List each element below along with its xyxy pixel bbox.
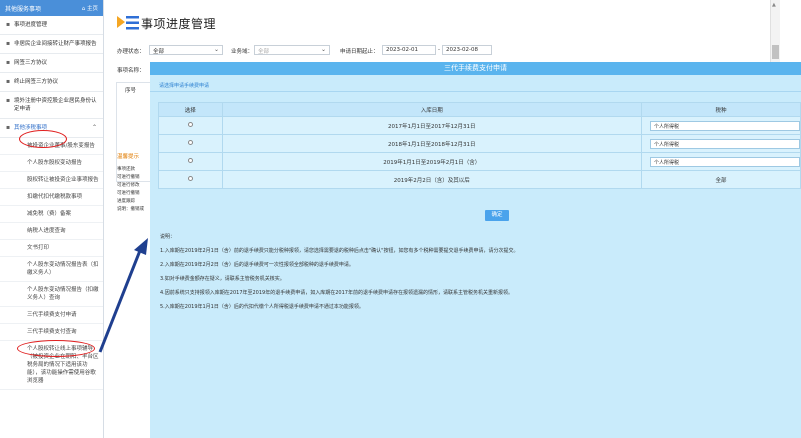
bullet-icon: ▪ (6, 97, 11, 104)
bullet-icon: ▪ (6, 78, 11, 85)
sidebar-item-progress[interactable]: ▪ 事项进度管理 (0, 16, 103, 35)
chevron-up-icon: ⌃ (91, 124, 97, 131)
note-line: 3.如对手续费金额存在疑义，请联系主管税务机关核实。 (160, 276, 285, 282)
column-header-tax: 税种 (641, 102, 801, 117)
hint-line: 可进行撤销 (117, 175, 140, 180)
row-tax-cell: 个人所得税 (641, 152, 801, 171)
row-select-cell (158, 134, 223, 153)
hint-line: 进度跟踪 (117, 199, 135, 204)
bullet-icon: ▪ (6, 40, 11, 47)
date-separator: - (438, 47, 440, 53)
sidebar-item-resident-identity[interactable]: ▪ 境外注册中资控股企业居民身份认定申请 (0, 92, 103, 119)
row-date: 2017年1月1日至2017年12月31日 (221, 116, 642, 135)
row-select-cell (158, 152, 223, 171)
sidebar-header: 其他服务事项 ⌂ 主页 (0, 0, 103, 16)
notes-section: 说明： 1.入库期在2019年2月1日（含）前的退手续费只能分税种报领，请您选择… (160, 234, 790, 310)
column-header-date: 入库日期 (221, 102, 642, 117)
sidebar-subitem-fee-apply[interactable]: 三代手续费支付申请 (0, 307, 103, 324)
hint-line: 可进行撤销 (117, 191, 140, 196)
hint-list: 事项还款 可进行撤销 可进行修改 可进行撤销 进度跟踪 说明：撤销或 (117, 166, 144, 214)
annotation-circle (17, 340, 95, 357)
row-radio[interactable] (187, 122, 193, 127)
sidebar-item-label: 网签三方协议 (14, 60, 48, 66)
row-select-cell (158, 170, 223, 189)
fee-apply-dialog: 三代手续费支付申请 请选择申请手续费申请 选择 入库日期 税种 2017年1月1… (150, 62, 801, 438)
status-label: 办理状态： (117, 49, 145, 55)
sidebar-item-label: 事项进度管理 (14, 22, 48, 28)
table-row: 2019年2月2日（含）及其以后 全部 (158, 170, 801, 189)
sidebar-subitem[interactable]: 个人股东变动情况报告（扣缴义务人）查询 (0, 282, 103, 307)
bullet-icon: ▪ (6, 59, 11, 66)
table-header-index: 序号 (125, 88, 137, 94)
row-select-cell (158, 116, 223, 135)
sidebar-item-label: 非居民企业间接转让财产事项报告 (14, 41, 97, 47)
sidebar-subitem[interactable]: 纳税人进度查询 (0, 223, 103, 240)
sidebar-subitem[interactable]: 减免税（费）备案 (0, 206, 103, 223)
table-row: 2019年1月1日至2019年2月1日（含） 个人所得税 (158, 152, 801, 171)
sidebar-subitem[interactable]: 股权转让被投资企业事项报告 (0, 172, 103, 189)
scroll-up-icon[interactable]: ▲ (772, 2, 776, 8)
row-tax-cell: 个人所得税 (641, 116, 801, 135)
business-select[interactable]: 全部 ⌄ (254, 45, 330, 55)
scrollbar-thumb[interactable] (772, 45, 779, 59)
sidebar-item-label: 境外注册中资控股企业居民身份认定申请 (14, 98, 97, 112)
row-radio[interactable] (187, 176, 193, 181)
hint-line: 说明：撤销或 (117, 207, 144, 212)
note-line: 5.入库期在2019年1月1日（含）后的代扣代缴个人所得税退手续费申请不通过本功… (160, 304, 364, 310)
dialog-title: 三代手续费支付申请 (150, 62, 801, 75)
row-tax-cell: 个人所得税 (641, 134, 801, 153)
fee-table: 选择 入库日期 税种 2017年1月1日至2017年12月31日 个人所得税 2… (158, 102, 801, 189)
sidebar-subitem[interactable]: 个人股东股权变动报告 (0, 155, 103, 172)
sidebar-item-label: 终止网签三方协议 (14, 79, 59, 85)
tab-divider (150, 91, 801, 92)
tax-select[interactable]: 个人所得税 (650, 120, 800, 131)
progress-menu-icon (117, 16, 139, 30)
confirm-button[interactable]: 确定 (485, 210, 509, 221)
table-row: 2018年1月1日至2018年12月31日 个人所得税 (158, 134, 801, 153)
date-end-input[interactable]: 2023-02-08 (442, 45, 492, 55)
sidebar-item-tripartite[interactable]: ▪ 网签三方协议 (0, 54, 103, 73)
bullet-icon: ▪ (6, 21, 11, 28)
row-date: 2018年1月1日至2018年12月31日 (221, 134, 642, 153)
tax-select[interactable]: 个人所得税 (650, 156, 800, 167)
hint-line: 可进行修改 (117, 183, 140, 188)
hint-line: 事项还款 (117, 167, 135, 172)
note-line: 4.因前系统只支持报领入库期在2017年至2019年的退手续费申请，如入库期在2… (160, 290, 513, 296)
column-header-select: 选择 (158, 102, 223, 117)
page-title: 事项进度管理 (141, 17, 217, 31)
chevron-down-icon: ⌄ (213, 46, 219, 53)
row-tax-all: 全部 (641, 170, 801, 189)
home-label: 主页 (86, 6, 98, 12)
sidebar-subitem[interactable]: 三代手续费支付查询 (0, 324, 103, 341)
sidebar: 其他服务事项 ⌂ 主页 ▪ 事项进度管理 ▪ 非居民企业间接转让财产事项报告 ▪ 网签… (0, 0, 104, 438)
hint-title: 温馨提示 (117, 154, 140, 160)
home-link[interactable]: ⌂ 主页 (82, 4, 98, 12)
sidebar-subitem[interactable]: 扣缴代扣代缴税款事项 (0, 189, 103, 206)
sidebar-subitem[interactable]: 个人股东变动情况报告表（扣缴义务人） (0, 257, 103, 282)
sidebar-subitem[interactable]: 文书打印 (0, 240, 103, 257)
row-date: 2019年1月1日至2019年2月1日（含） (221, 152, 642, 171)
item-name-label: 事项名称： (117, 68, 145, 74)
business-label: 业务域： (231, 49, 254, 55)
status-value: 全部 (153, 49, 165, 55)
annotation-circle (19, 130, 67, 148)
row-date: 2019年2月2日（含）及其以后 (221, 170, 642, 189)
table-row: 2017年1月1日至2017年12月31日 个人所得税 (158, 116, 801, 135)
business-value: 全部 (258, 49, 270, 55)
row-radio[interactable] (187, 158, 193, 163)
status-select[interactable]: 全部 ⌄ (149, 45, 223, 55)
date-start-input[interactable]: 2023-02-01 (382, 45, 436, 55)
tax-select[interactable]: 个人所得税 (650, 138, 800, 149)
sidebar-header-title: 其他服务事项 (5, 5, 42, 13)
sidebar-item-transfer-report[interactable]: ▪ 非居民企业间接转让财产事项报告 (0, 35, 103, 54)
sidebar-item-terminate-tripartite[interactable]: ▪ 终止网签三方协议 (0, 73, 103, 92)
note-line: 2.入库期在2019年2月2日（含）后的退手续费可一次性报领全部税种的退手续费申… (160, 262, 354, 268)
chevron-down-icon: ⌄ (320, 46, 326, 53)
notes-title: 说明： (160, 234, 176, 240)
note-line: 1.入库期在2019年2月1日（含）前的退手续费只能分税种报领，请您选择需要退的… (160, 248, 519, 254)
bullet-icon: ▪ (6, 124, 11, 131)
row-radio[interactable] (187, 140, 193, 145)
date-range-label: 申请日期起止： (340, 49, 379, 55)
